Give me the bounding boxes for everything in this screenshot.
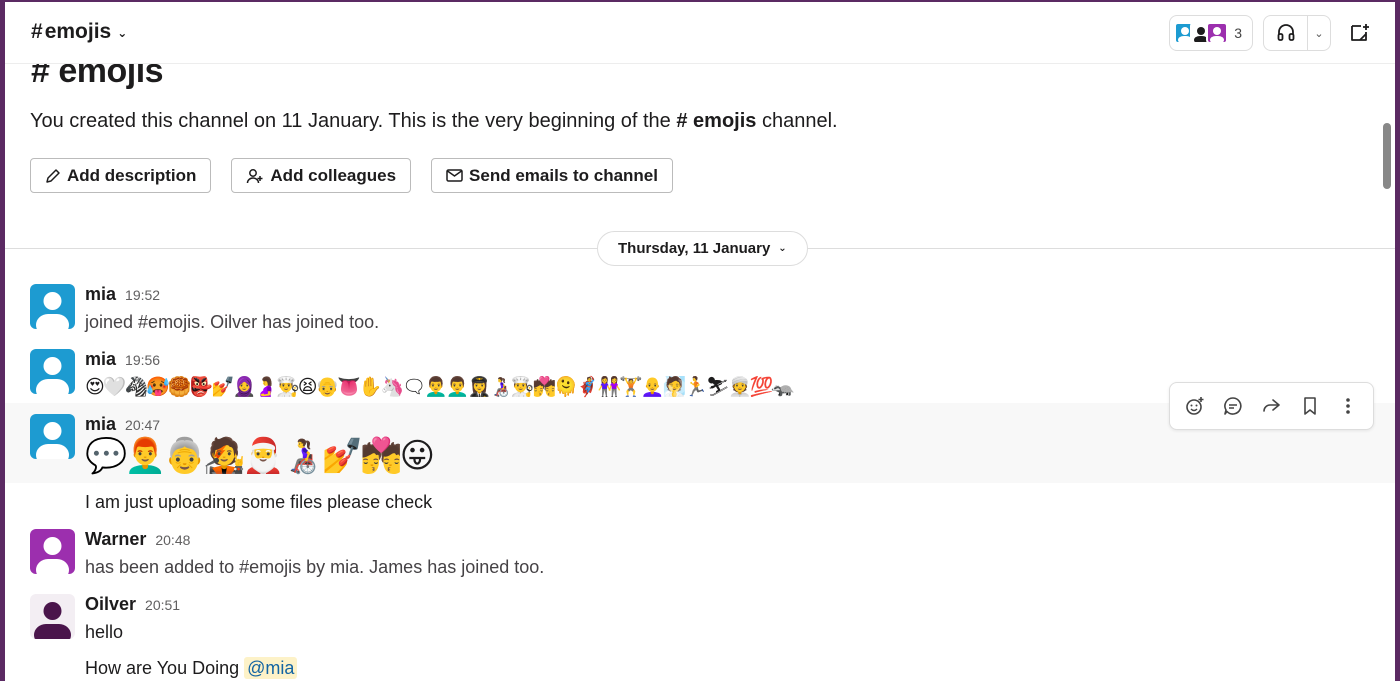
author-name[interactable]: mia [85, 349, 116, 370]
member-avatars [1174, 22, 1229, 44]
add-reaction-icon[interactable] [1179, 390, 1211, 422]
author-name[interactable]: Oilver [85, 594, 136, 615]
header-actions: 3 ⌄ [1169, 15, 1377, 51]
jumbo-emoji-text: 💬👨‍🦰👵🧑‍🎤🎅👩‍🦽💅💏😛 [85, 436, 435, 476]
add-colleagues-label: Add colleagues [270, 165, 397, 185]
message-text: I am just uploading some files please ch… [85, 492, 433, 512]
message-actions-toolbar [1169, 382, 1374, 430]
avatar[interactable] [30, 414, 75, 459]
message-meta: Oilver 20:51 [85, 594, 180, 615]
avatar[interactable] [30, 284, 75, 329]
message-meta: mia 20:47 [85, 414, 160, 435]
user-mention[interactable]: @mia [244, 657, 298, 679]
avatar [1206, 22, 1229, 44]
message-text: How are You Doing @mia [85, 657, 298, 679]
reply-in-thread-icon[interactable] [1217, 390, 1249, 422]
chevron-down-icon[interactable]: ⌄ [1308, 16, 1330, 50]
pencil-icon [46, 168, 60, 183]
hash-icon: # [31, 20, 43, 43]
add-user-icon [247, 168, 263, 183]
channel-name: emojis [44, 20, 112, 43]
timestamp[interactable]: 20:51 [145, 597, 180, 613]
intro-channel-link[interactable]: # emojis [676, 110, 756, 132]
message-text: has been added to #emojis by mia. James … [85, 557, 545, 577]
mail-icon [446, 169, 463, 182]
channel-pane: # emojis ⌄ 3 ⌄ # emojis You created this… [5, 2, 1395, 681]
avatar[interactable] [30, 594, 75, 639]
date-label: Thursday, 11 January [618, 240, 771, 257]
channel-name-button[interactable]: # emojis ⌄ [31, 20, 127, 44]
forward-icon[interactable] [1255, 390, 1287, 422]
message-text: joined #emojis. Oilver has joined too. [85, 312, 380, 332]
intro-text-suffix: channel. [756, 110, 838, 132]
chevron-down-icon: ⌄ [778, 243, 787, 254]
avatar[interactable] [30, 529, 75, 574]
message-text-body: How are You Doing [85, 658, 240, 678]
send-emails-button[interactable]: Send emails to channel [431, 158, 673, 193]
members-button[interactable]: 3 [1169, 15, 1253, 51]
date-divider-button[interactable]: Thursday, 11 January ⌄ [597, 231, 808, 266]
author-name[interactable]: Warner [85, 529, 146, 550]
member-count: 3 [1234, 25, 1242, 41]
timestamp[interactable]: 19:56 [125, 352, 160, 368]
timestamp[interactable]: 20:47 [125, 417, 160, 433]
message-meta: mia 19:52 [85, 284, 160, 305]
message-text: hello [85, 622, 124, 642]
bookmark-icon[interactable] [1294, 390, 1326, 422]
scrollbar[interactable] [1383, 123, 1391, 189]
send-emails-label: Send emails to channel [469, 165, 658, 185]
headphones-icon[interactable] [1264, 16, 1308, 50]
intro-buttons: Add description Add colleagues Send emai… [30, 158, 673, 193]
chevron-down-icon: ⌄ [117, 26, 128, 40]
author-name[interactable]: mia [85, 284, 116, 305]
timestamp[interactable]: 19:52 [125, 287, 160, 303]
add-description-label: Add description [67, 165, 197, 185]
add-description-button[interactable]: Add description [30, 158, 212, 193]
channel-header: # emojis ⌄ 3 ⌄ [5, 2, 1395, 64]
add-colleagues-button[interactable]: Add colleagues [231, 158, 412, 193]
author-name[interactable]: mia [85, 414, 116, 435]
timestamp[interactable]: 20:48 [155, 532, 190, 548]
message-meta: mia 19:56 [85, 349, 160, 370]
avatar[interactable] [30, 349, 75, 394]
intro-text: You created this channel on 11 January. … [30, 110, 838, 133]
intro-text-prefix: You created this channel on 11 January. … [30, 110, 677, 132]
huddle-button[interactable]: ⌄ [1263, 15, 1331, 51]
emoji-text: 😍🤍🦓🥵🥮👺💅🧕🤰👨‍🍳😫👴👅✋🦄🗨👨‍🦱👨‍🦱👩‍✈️👩‍🦽👨‍🍳💏🫠🦸👭🏋️… [85, 376, 795, 398]
canvas-icon[interactable] [1341, 15, 1377, 51]
message-meta: Warner 20:48 [85, 529, 190, 550]
more-actions-icon[interactable] [1332, 390, 1364, 422]
